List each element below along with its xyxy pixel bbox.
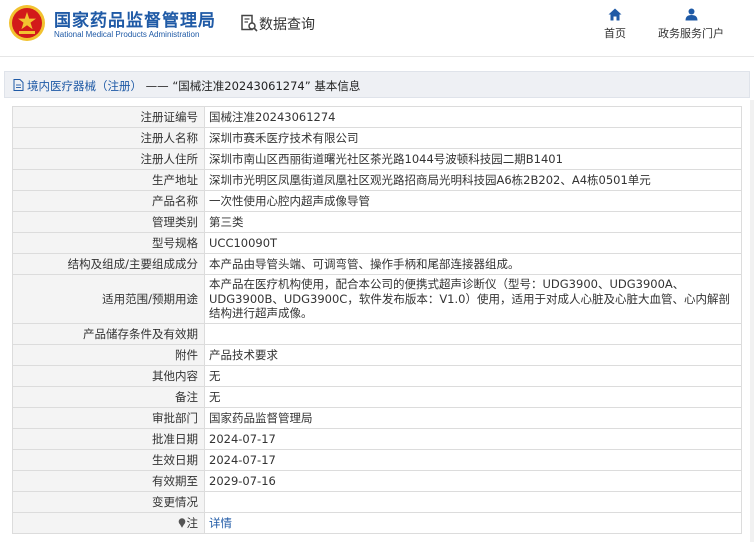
field-label: 附件: [12, 344, 205, 366]
national-emblem-icon: [9, 5, 45, 41]
field-value: 国家药品监督管理局: [204, 407, 742, 429]
field-value: 深圳市光明区凤凰街道凤凰社区观光路招商局光明科技园A6栋2B202、A4栋050…: [204, 169, 742, 191]
table-row: 管理类别 第三类: [12, 211, 742, 233]
breadcrumb-separator: ——: [145, 79, 169, 93]
field-value: 一次性使用心腔内超声成像导管: [204, 190, 742, 212]
field-value: 深圳市赛禾医疗技术有限公司: [204, 127, 742, 149]
field-label: 注册证编号: [12, 106, 205, 128]
detail-link[interactable]: 详情: [209, 516, 232, 530]
nav-home-label: 首页: [604, 27, 626, 40]
table-row: 生产地址 深圳市光明区凤凰街道凤凰社区观光路招商局光明科技园A6栋2B202、A…: [12, 169, 742, 191]
document-icon: [13, 79, 24, 91]
table-row: 审批部门 国家药品监督管理局: [12, 407, 742, 429]
field-value: 国械注准20243061274: [204, 106, 742, 128]
user-icon: [685, 8, 697, 21]
agency-name-cn: 国家药品监督管理局: [54, 11, 216, 31]
table-row: 结构及组成/主要组成成分 本产品由导管头端、可调弯管、操作手柄和尾部连接器组成。: [12, 253, 742, 275]
field-label: 变更情况: [12, 491, 205, 513]
table-row: 有效期至 2029-07-16: [12, 470, 742, 492]
scrollbar[interactable]: [750, 100, 754, 542]
field-label: 注: [186, 516, 199, 530]
field-label: 批准日期: [12, 428, 205, 450]
field-label: 生产地址: [12, 169, 205, 191]
data-query-icon: [241, 14, 258, 32]
nav-home-link[interactable]: 首页: [598, 8, 632, 41]
field-label: 其他内容: [12, 365, 205, 387]
field-value: 无: [204, 386, 742, 408]
note-label-cell: 注: [12, 512, 205, 534]
nav-gov-services-link[interactable]: 政务服务门户: [652, 8, 730, 41]
home-icon: [608, 8, 622, 21]
field-value: 2029-07-16: [204, 470, 742, 492]
field-label: 产品名称: [12, 190, 205, 212]
field-value: 本产品由导管头端、可调弯管、操作手柄和尾部连接器组成。: [204, 253, 742, 275]
table-row: 生效日期 2024-07-17: [12, 449, 742, 471]
pin-icon: [178, 518, 185, 528]
table-row: 注册人名称 深圳市赛禾医疗技术有限公司: [12, 127, 742, 149]
breadcrumb-current: “国械注准20243061274” 基本信息: [172, 79, 361, 93]
field-label: 备注: [12, 386, 205, 408]
field-label: 审批部门: [12, 407, 205, 429]
table-row: 备注 无: [12, 386, 742, 408]
header-divider: [0, 56, 754, 57]
field-value: 产品技术要求: [204, 344, 742, 366]
table-row: 附件 产品技术要求: [12, 344, 742, 366]
section-title: 数据查询: [259, 17, 315, 33]
table-row: 批准日期 2024-07-17: [12, 428, 742, 450]
breadcrumb: 境内医疗器械（注册） —— “国械注准20243061274” 基本信息: [4, 71, 750, 98]
nav-gov-label: 政务服务门户: [658, 27, 724, 40]
site-header: 国家药品监督管理局 National Medical Products Admi…: [0, 0, 754, 56]
field-label: 管理类别: [12, 211, 205, 233]
field-value: 本产品在医疗机构使用，配合本公司的便携式超声诊断仪（型号：UDG3900、UDG…: [204, 274, 742, 324]
table-row: 其他内容 无: [12, 365, 742, 387]
field-label: 产品储存条件及有效期: [12, 323, 205, 345]
field-value: 无: [204, 365, 742, 387]
field-value-cell: 详情: [204, 512, 742, 534]
breadcrumb-text: 境内医疗器械（注册） —— “国械注准20243061274” 基本信息: [27, 78, 360, 94]
field-value: [204, 491, 742, 513]
field-value: [204, 323, 742, 345]
registration-detail-table: 注册证编号 国械注准20243061274 注册人名称 深圳市赛禾医疗技术有限公…: [12, 106, 742, 534]
breadcrumb-category-link[interactable]: 境内医疗器械（注册）: [27, 79, 142, 93]
table-row: 适用范围/预期用途 本产品在医疗机构使用，配合本公司的便携式超声诊断仪（型号：U…: [12, 274, 742, 324]
field-label: 注册人名称: [12, 127, 205, 149]
field-value: 第三类: [204, 211, 742, 233]
field-value: 2024-07-17: [204, 449, 742, 471]
table-row: 注册证编号 国械注准20243061274: [12, 106, 742, 128]
field-value: UCC10090T: [204, 232, 742, 254]
field-label: 型号规格: [12, 232, 205, 254]
field-label: 结构及组成/主要组成成分: [12, 253, 205, 275]
table-row: 产品名称 一次性使用心腔内超声成像导管: [12, 190, 742, 212]
agency-name-en: National Medical Products Administration: [54, 30, 200, 39]
field-value: 2024-07-17: [204, 428, 742, 450]
field-label: 有效期至: [12, 470, 205, 492]
table-row: 注 详情: [12, 512, 742, 534]
field-label: 适用范围/预期用途: [12, 274, 205, 324]
table-row: 产品储存条件及有效期: [12, 323, 742, 345]
table-row: 变更情况: [12, 491, 742, 513]
table-row: 注册人住所 深圳市南山区西丽街道曙光社区茶光路1044号波顿科技园二期B1401: [12, 148, 742, 170]
table-row: 型号规格 UCC10090T: [12, 232, 742, 254]
field-label: 生效日期: [12, 449, 205, 471]
field-label: 注册人住所: [12, 148, 205, 170]
field-value: 深圳市南山区西丽街道曙光社区茶光路1044号波顿科技园二期B1401: [204, 148, 742, 170]
